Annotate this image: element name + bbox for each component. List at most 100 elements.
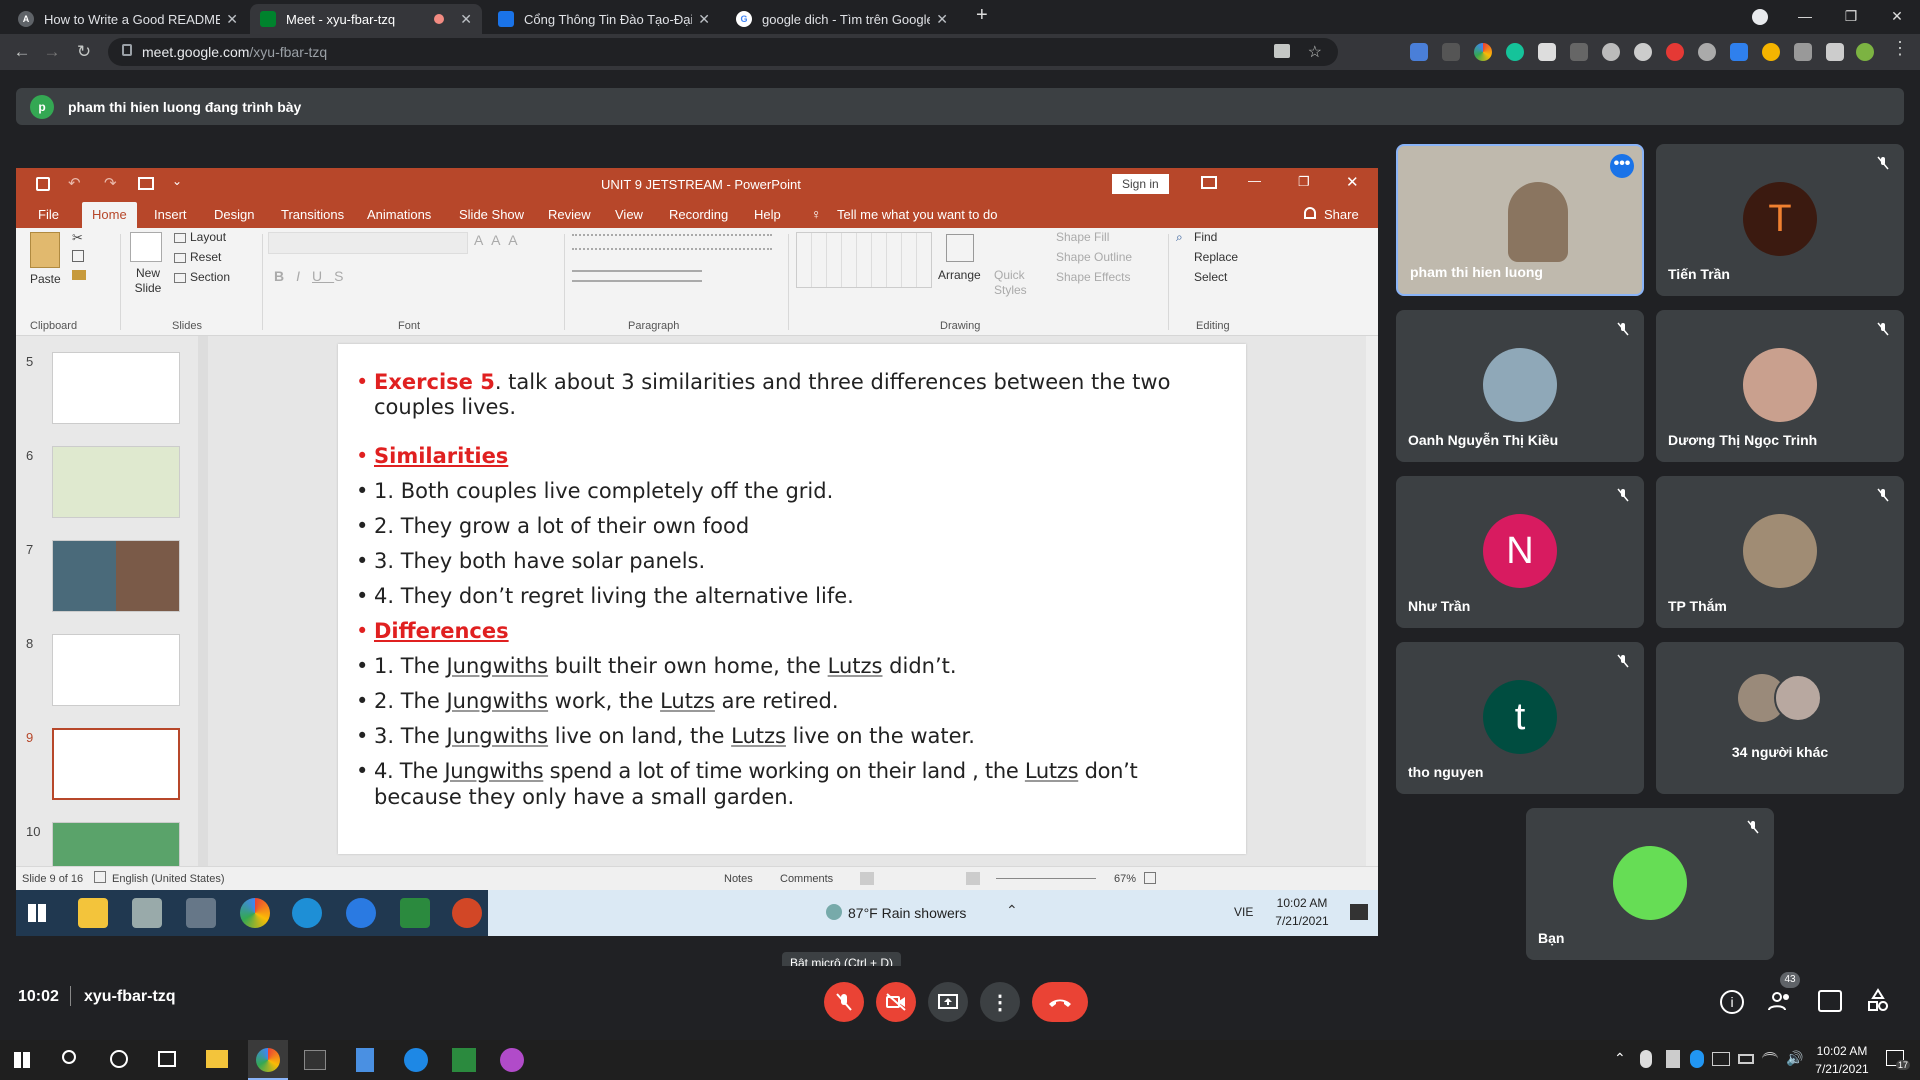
volume-icon[interactable]: 🔊 (1786, 1050, 1803, 1067)
puzzle-extensions-icon[interactable] (1826, 43, 1844, 61)
cortana-icon[interactable] (110, 1050, 128, 1068)
thumbs-scrollbar[interactable] (198, 336, 208, 866)
font-family-select[interactable] (268, 232, 468, 254)
participant-tile-oanh[interactable]: Oanh Nguyễn Thị Kiều (1396, 310, 1644, 462)
chat-icon[interactable] (1818, 990, 1842, 1012)
extension-icon[interactable] (1698, 43, 1716, 61)
close-tab-icon[interactable]: ✕ (226, 11, 238, 28)
slide-thumbnail-9-selected[interactable] (52, 728, 180, 800)
shapes-gallery[interactable] (796, 232, 932, 288)
ppt-minimize-icon[interactable]: — (1248, 173, 1261, 188)
back-icon[interactable]: ← (8, 38, 36, 66)
notes-button[interactable]: Notes (724, 873, 753, 885)
minimize-icon[interactable]: — (1782, 0, 1828, 32)
display-icon[interactable] (1712, 1052, 1730, 1066)
bookmark-star-icon[interactable]: ☆ (1308, 42, 1322, 62)
file-explorer-icon[interactable] (78, 898, 108, 928)
shape-outline-button[interactable]: Shape Outline (1056, 250, 1132, 264)
show-hidden-icons[interactable]: ⌃ (1614, 1050, 1626, 1067)
zalo-icon[interactable] (404, 1048, 428, 1072)
present-icon[interactable] (138, 177, 154, 190)
customize-qat-icon[interactable]: ⌄ (172, 174, 182, 188)
tab-help[interactable]: Help (754, 207, 781, 222)
select-button[interactable]: Select (1194, 270, 1227, 284)
quick-styles-button[interactable]: Quick Styles (994, 268, 1028, 298)
task-view-icon[interactable] (158, 1051, 176, 1067)
sign-in-button[interactable]: Sign in (1112, 174, 1169, 194)
tab-animations[interactable]: Animations (367, 207, 431, 222)
meeting-details-icon[interactable]: i (1720, 990, 1744, 1014)
copy-icon[interactable] (72, 250, 84, 262)
undo-icon[interactable]: ↶ (68, 174, 81, 192)
slide-thumbnail-7[interactable] (52, 540, 180, 612)
zoom-slider[interactable] (996, 878, 1096, 879)
language-status[interactable]: English (United States) (112, 873, 225, 885)
layout-button[interactable]: Layout (190, 230, 226, 244)
new-tab-icon[interactable]: + (976, 4, 988, 27)
restore-icon[interactable]: ❐ (1828, 0, 1874, 32)
settings-extension-icon[interactable] (1602, 43, 1620, 61)
tell-me-search[interactable]: Tell me what you want to do (837, 207, 997, 222)
arrange-icon[interactable] (946, 234, 974, 262)
ppt-restore-icon[interactable]: ❐ (1298, 174, 1310, 190)
find-button[interactable]: Find (1194, 230, 1217, 244)
participant-tile-nhu-tran[interactable]: N Như Trần (1396, 476, 1644, 628)
remote-clock-date[interactable]: 7/21/2021 (1270, 914, 1334, 928)
slide-thumbnail-6[interactable] (52, 446, 180, 518)
color-extension-icon[interactable] (1474, 43, 1492, 61)
clock-time[interactable]: 10:02 AM (1806, 1044, 1878, 1058)
bluetooth-icon[interactable] (1690, 1050, 1704, 1068)
alignment-buttons[interactable] (572, 270, 702, 282)
adblock-icon[interactable] (1666, 43, 1684, 61)
present-screen-button[interactable] (928, 982, 968, 1022)
app-icon[interactable] (132, 898, 162, 928)
fit-slide-icon[interactable] (1144, 872, 1156, 884)
shape-effects-button[interactable]: Shape Effects (1056, 270, 1131, 284)
file-explorer-icon[interactable] (206, 1050, 228, 1068)
profile-avatar[interactable] (1856, 43, 1874, 61)
camera-icon[interactable] (1274, 44, 1290, 58)
people-button[interactable] (1768, 990, 1794, 1014)
section-button[interactable]: Section (190, 270, 230, 284)
tab-review[interactable]: Review (548, 207, 591, 222)
messenger-icon[interactable] (500, 1048, 524, 1072)
close-tab-icon[interactable]: ✕ (698, 11, 710, 28)
mic-tray-icon[interactable] (1640, 1050, 1652, 1068)
camera-app-icon[interactable] (186, 898, 216, 928)
paste-button[interactable]: Paste (30, 272, 61, 286)
address-bar[interactable]: meet.google.com/xyu-fbar-tzq ☆ (108, 38, 1338, 66)
browser-tab-school[interactable]: Cổng Thông Tin Đào Tạo-Đại họ ✕ (488, 4, 720, 34)
browser-tab-readme[interactable]: A How to Write a Good README Fi ✕ (8, 4, 248, 34)
weather-text[interactable]: 87°F Rain showers (848, 905, 966, 921)
shape-fill-button[interactable]: Shape Fill (1056, 230, 1109, 244)
profile-dropdown-icon[interactable] (1752, 9, 1768, 25)
app-icon[interactable] (452, 1048, 476, 1072)
slide-thumbnail-5[interactable] (52, 352, 180, 424)
formula-extension-icon[interactable] (1570, 43, 1588, 61)
windows-start-icon[interactable] (28, 904, 46, 922)
extension-icon[interactable] (1538, 43, 1556, 61)
tab-file[interactable]: File (38, 207, 59, 222)
tab-transitions[interactable]: Transitions (281, 207, 344, 222)
participant-tile-tp-tham[interactable]: TP Thắm (1656, 476, 1904, 628)
chrome-icon[interactable] (240, 898, 270, 928)
arrange-button[interactable]: Arrange (938, 268, 981, 282)
edge-icon[interactable] (292, 898, 322, 928)
activities-icon[interactable] (1866, 988, 1890, 1014)
share-button[interactable]: Share (1324, 207, 1359, 222)
zalo-icon[interactable] (346, 898, 376, 928)
battery-icon[interactable] (1738, 1054, 1754, 1064)
browser-tab-google[interactable]: G google dich - Tìm trên Google ✕ (726, 4, 958, 34)
new-slide-button[interactable]: New Slide (126, 266, 170, 296)
language-indicator[interactable]: VIE (1234, 905, 1253, 919)
participant-tile-others[interactable]: 34 người khác (1656, 642, 1904, 794)
extension-icon[interactable] (1634, 43, 1652, 61)
grammarly-icon[interactable] (1506, 43, 1524, 61)
font-size-controls[interactable]: A A A (474, 232, 554, 254)
forward-icon[interactable]: → (38, 38, 66, 66)
more-options-icon[interactable]: ••• (1610, 154, 1634, 178)
list-buttons[interactable] (572, 234, 772, 250)
camera-toggle-button[interactable] (876, 982, 916, 1022)
participant-tile-tien-tran[interactable]: T Tiến Trần (1656, 144, 1904, 296)
slide-thumbnail-8[interactable] (52, 634, 180, 706)
